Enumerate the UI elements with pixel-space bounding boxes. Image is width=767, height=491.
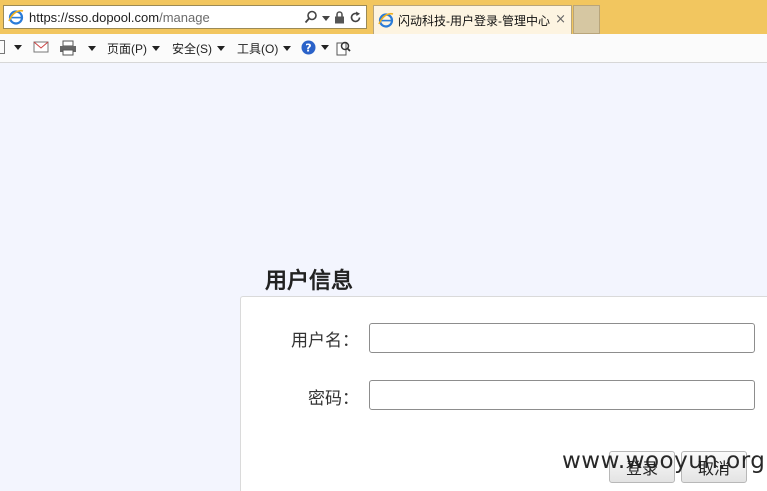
address-path: /manage: [159, 9, 210, 25]
page-title: 用户信息: [265, 269, 354, 294]
page-menu[interactable]: 页面(P): [107, 40, 160, 57]
tab-active[interactable]: 闪动科技-用户登录-管理中心 ×: [373, 5, 572, 34]
research-icon[interactable]: [335, 40, 351, 56]
close-icon[interactable]: ×: [555, 12, 566, 27]
chevron-down-icon: [152, 46, 160, 51]
print-button[interactable]: [59, 40, 96, 56]
refresh-icon[interactable]: [349, 9, 362, 28]
chevron-down-icon: [217, 46, 225, 51]
chevron-down-icon: [283, 46, 292, 51]
mail-icon[interactable]: [33, 40, 49, 54]
chevron-down-icon: [14, 44, 22, 50]
browser-tab-bar: https://sso.dopool.com/manage 闪动科技-用户登录-…: [0, 0, 767, 34]
page-menu-label: 页面(P): [107, 42, 147, 56]
new-tab-button[interactable]: [573, 5, 600, 34]
command-bar: 页面(P) 安全(S) 工具(O) ?: [0, 34, 767, 63]
chevron-down-icon: [321, 45, 329, 50]
lock-icon[interactable]: [334, 9, 345, 28]
chevron-down-icon: [88, 45, 96, 51]
help-icon: ?: [301, 40, 316, 55]
printer-icon: [60, 40, 76, 56]
login-button[interactable]: 登录: [609, 451, 675, 483]
safety-menu-label: 安全(S): [172, 42, 212, 56]
svg-text:?: ?: [305, 42, 311, 55]
password-input[interactable]: [369, 380, 755, 410]
cancel-button[interactable]: 取消: [681, 451, 747, 483]
password-label: 密码：: [308, 389, 359, 409]
tools-menu[interactable]: 工具(O): [237, 40, 292, 57]
help-button[interactable]: ?: [301, 40, 329, 55]
tab-ie-icon: [378, 12, 394, 28]
tools-menu-label: 工具(O): [237, 42, 279, 56]
username-label: 用户名：: [291, 331, 359, 351]
ie-logo-icon: [8, 9, 24, 25]
dropdown-icon[interactable]: [322, 16, 330, 21]
username-input[interactable]: [369, 323, 755, 353]
tab-title: 闪动科技-用户登录-管理中心: [398, 13, 550, 28]
address-url[interactable]: https://sso.dopool.com/manage: [29, 10, 210, 25]
address-bar[interactable]: https://sso.dopool.com/manage: [3, 5, 367, 29]
home-partial-icon[interactable]: [0, 40, 22, 54]
search-icon[interactable]: [304, 9, 318, 28]
address-host: https://sso.dopool.com: [29, 9, 160, 25]
safety-menu[interactable]: 安全(S): [172, 40, 225, 57]
login-form-card: 用户名： 密码： 登录 取消: [240, 296, 767, 491]
